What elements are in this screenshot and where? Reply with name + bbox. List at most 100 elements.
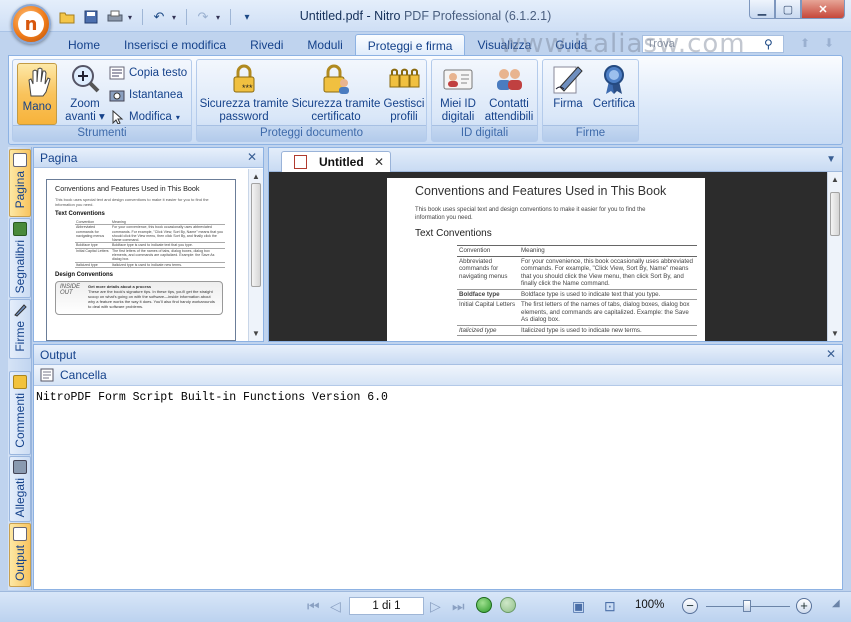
- scroll-thumb[interactable]: [830, 192, 840, 236]
- clear-button[interactable]: Cancella: [40, 368, 107, 382]
- previous-page-icon[interactable]: ◁: [330, 598, 341, 615]
- my-digital-ids-label-1: Miei ID: [440, 98, 476, 110]
- group-label-strumenti: Strumenti: [13, 125, 191, 141]
- document-tabbar: Untitled ✕ ▼: [269, 148, 842, 172]
- sidebar-tab-output[interactable]: Output: [9, 523, 31, 587]
- document-tab-label: Untitled: [319, 155, 364, 169]
- output-icon: [13, 527, 27, 541]
- scroll-down-icon[interactable]: ▼: [831, 329, 839, 338]
- back-view-icon[interactable]: [476, 597, 492, 613]
- output-panel-title: Output: [40, 348, 77, 362]
- window-controls: ▁ ▢ ✕: [749, 0, 845, 19]
- search-input[interactable]: Trova: [642, 35, 784, 53]
- group-label-firme: Firme: [543, 125, 638, 141]
- last-page-icon[interactable]: ⏭: [452, 598, 465, 615]
- close-icon[interactable]: ✕: [826, 347, 836, 361]
- pdf-table-header: Convention: [457, 245, 519, 257]
- pdf-table-cell: Italicized type is used to indicate new …: [519, 325, 697, 336]
- zoom-level[interactable]: 100%: [635, 599, 664, 611]
- sign-button[interactable]: Firma: [547, 63, 589, 111]
- sidebar-tab-commenti[interactable]: Commenti: [9, 371, 31, 455]
- zoom-slider-thumb[interactable]: [743, 600, 751, 612]
- close-icon[interactable]: ✕: [801, 0, 845, 19]
- first-page-icon[interactable]: ⏮: [307, 598, 320, 615]
- pdf-table-cell: Italicized type: [457, 325, 519, 336]
- my-digital-ids-button[interactable]: Miei ID digitali: [436, 63, 480, 124]
- modify-button[interactable]: Modifica ▾: [109, 108, 180, 126]
- sidebar-tab-firme-label: Firme: [13, 321, 27, 352]
- zoom-in-small-icon[interactable]: +: [796, 598, 812, 614]
- tab-inserisci-e-modifica[interactable]: Inserisci e modifica: [112, 34, 238, 56]
- id-card-icon: [442, 63, 474, 95]
- close-tab-icon[interactable]: ✕: [374, 155, 384, 169]
- sidebar-tab-pagina[interactable]: Pagina: [9, 149, 31, 217]
- sidebar-tab-allegati[interactable]: Allegati: [9, 456, 31, 522]
- group-proteggi-documento: *** Sicurezza tramite password Sicurezza…: [196, 59, 427, 142]
- sidebar-tab-allegati-label: Allegati: [13, 478, 27, 518]
- scroll-up-icon[interactable]: ▲: [252, 172, 260, 181]
- search-icon[interactable]: ⚲: [764, 37, 773, 51]
- single-page-view-icon[interactable]: ▣: [572, 598, 585, 615]
- scroll-thumb[interactable]: [251, 183, 261, 287]
- certificate-security-button[interactable]: Sicurezza tramite certificato: [291, 63, 381, 124]
- group-firme: Firma Certifica Firme: [542, 59, 639, 142]
- sidebar-tab-commenti-label: Commenti: [13, 393, 27, 448]
- thumb-cell: Abbreviated commands for navigating menu…: [75, 224, 111, 244]
- tab-rivedi[interactable]: Rivedi: [238, 34, 295, 56]
- fit-page-icon[interactable]: ⊡: [604, 598, 616, 615]
- maximize-icon[interactable]: ▢: [775, 0, 801, 19]
- trusted-contacts-label-2: attendibili: [484, 111, 534, 123]
- page-thumbnail[interactable]: Conventions and Features Used in This Bo…: [46, 179, 236, 341]
- document-scrollbar[interactable]: ▲ ▼: [827, 172, 842, 341]
- resize-grip-icon[interactable]: ◢: [832, 598, 840, 609]
- next-page-icon[interactable]: ▷: [430, 598, 441, 615]
- arrow-down-icon[interactable]: ⬇: [824, 36, 834, 50]
- thumb-cell: The first letters of the names of tabs, …: [110, 248, 225, 263]
- minimize-icon[interactable]: ▁: [749, 0, 775, 19]
- ribbon: Mano Zoom avanti ▾ Copia testo Istantane…: [8, 55, 843, 145]
- snapshot-button[interactable]: Istantanea: [109, 86, 183, 104]
- clear-icon: [40, 368, 54, 382]
- trusted-contacts-button[interactable]: Contatti attendibili: [482, 63, 536, 124]
- sidebar-tab-segnalibri[interactable]: Segnalibri: [9, 218, 31, 298]
- arrow-up-icon[interactable]: ⬆: [800, 36, 810, 50]
- tab-home[interactable]: Home: [56, 34, 112, 56]
- page-panel-title: Pagina: [40, 151, 78, 165]
- zoom-in-button[interactable]: Zoom avanti ▾: [63, 63, 107, 124]
- comment-icon: [13, 375, 27, 389]
- ribbon-medal-icon: [598, 63, 630, 95]
- zoom-out-icon[interactable]: −: [682, 598, 698, 614]
- chevron-down-icon[interactable]: ▼: [826, 154, 836, 165]
- page-panel-scrollbar[interactable]: ▲ ▼: [248, 169, 263, 341]
- hand-tool-button[interactable]: Mano: [17, 63, 57, 125]
- close-icon[interactable]: ✕: [247, 150, 257, 164]
- camera-icon: [109, 90, 125, 102]
- copy-text-button[interactable]: Copia testo: [109, 64, 187, 82]
- app-menu-button[interactable]: n: [11, 4, 51, 44]
- chevron-down-icon: ▾: [175, 112, 180, 122]
- document-canvas[interactable]: Conventions and Features Used in This Bo…: [269, 172, 827, 341]
- forward-view-icon[interactable]: [500, 597, 516, 613]
- password-security-button[interactable]: *** Sicurezza tramite password: [199, 63, 289, 124]
- certify-button[interactable]: Certifica: [591, 63, 637, 111]
- manage-profiles-button[interactable]: Gestisci profili: [383, 63, 425, 124]
- document-tab[interactable]: Untitled ✕: [281, 151, 391, 172]
- copy-text-label: Copia testo: [129, 67, 188, 79]
- tab-visualizza[interactable]: Visualizza: [465, 34, 543, 56]
- output-log-text[interactable]: NitroPDF Form Script Built-in Functions …: [34, 386, 842, 409]
- certificate-security-label-1: Sicurezza tramite: [291, 98, 381, 110]
- zoom-label: Zoom: [70, 98, 100, 110]
- document-area: Untitled ✕ ▼ Conventions and Features Us…: [268, 147, 843, 342]
- tab-guida[interactable]: Guida: [543, 34, 599, 56]
- pdf-file-icon: [294, 155, 307, 169]
- tab-moduli[interactable]: Moduli: [295, 34, 354, 56]
- page-number-field[interactable]: 1 di 1: [349, 597, 424, 615]
- tab-proteggi-e-firma[interactable]: Proteggi e firma: [354, 34, 466, 56]
- scroll-up-icon[interactable]: ▲: [831, 175, 839, 184]
- sidebar-tab-firme[interactable]: Firme: [9, 299, 31, 359]
- pdf-page: Conventions and Features Used in This Bo…: [387, 178, 705, 341]
- manage-profiles-label-1: Gestisci: [383, 98, 425, 110]
- page-thumbnails-panel: Pagina ✕ Conventions and Features Used i…: [33, 147, 264, 342]
- scroll-down-icon[interactable]: ▼: [252, 329, 260, 338]
- pdf-section-heading: Text Conventions: [415, 228, 492, 239]
